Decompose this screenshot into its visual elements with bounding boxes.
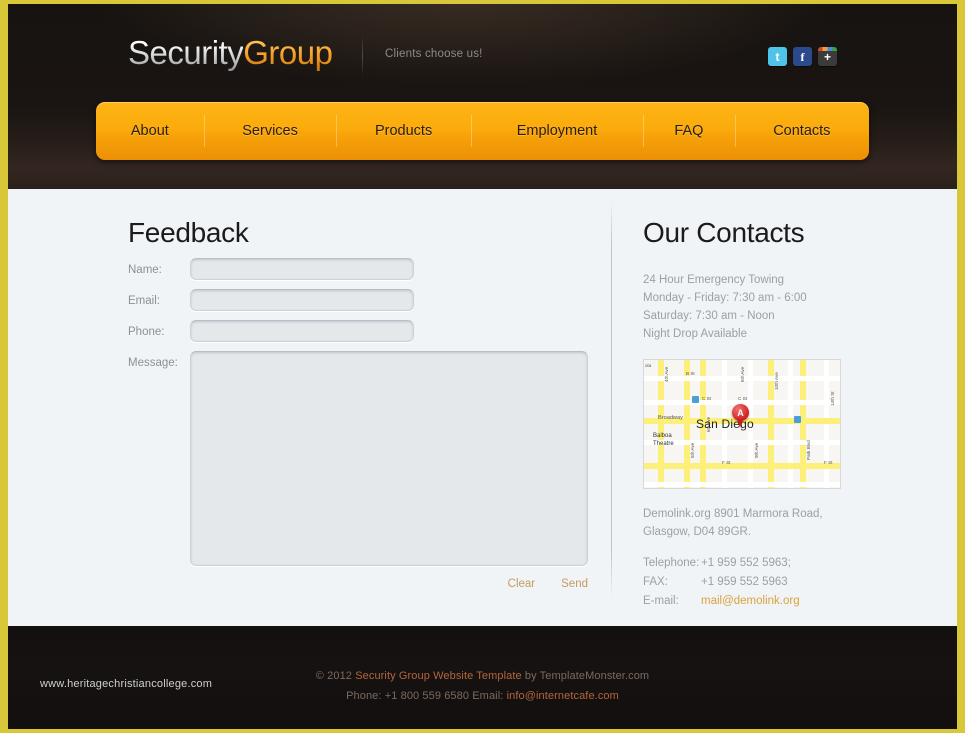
- map-label-f-st-right: F St: [824, 460, 833, 465]
- contact-details: Telephone: +1 959 552 5963; FAX: +1 959 …: [643, 554, 873, 611]
- twitter-glyph: t: [775, 49, 780, 64]
- address-line-1: Demolink.org 8901 Marmora Road,: [643, 508, 823, 520]
- map-poi-marker-2: [794, 416, 801, 423]
- hours-line-3: Saturday: 7:30 am - Noon: [643, 310, 775, 322]
- footer-email-link[interactable]: info@internetcafe.com: [507, 690, 619, 702]
- form-actions: Clear Send: [128, 578, 588, 590]
- copyright-suffix: by TemplateMonster.com: [521, 670, 650, 682]
- telephone-row: Telephone: +1 959 552 5963;: [643, 554, 873, 573]
- nav-item-faq[interactable]: FAQ: [643, 105, 734, 157]
- map-label-theatre: Theatre: [653, 441, 674, 447]
- message-textarea[interactable]: [190, 351, 588, 566]
- map-label-f-st-left: F St: [722, 460, 731, 465]
- telephone-value: +1 959 552 5963;: [701, 557, 791, 569]
- map-label-b-st: B St: [686, 371, 695, 376]
- map-label-corner: ola: [645, 363, 652, 368]
- hours-line-1: 24 Hour Emergency Towing: [643, 274, 785, 286]
- facebook-icon[interactable]: f: [793, 47, 812, 66]
- contacts-title: Our Contacts: [643, 217, 805, 248]
- fax-value: +1 959 552 5963: [701, 576, 788, 588]
- google-plus-glyph: +: [823, 49, 831, 64]
- map-location-marker[interactable]: A: [732, 404, 749, 428]
- map-label-8th-ave: 6th Ave: [740, 366, 745, 382]
- main-navigation: About Services Products Employment FAQ C…: [96, 102, 869, 160]
- footer-email-label: Email:: [469, 690, 507, 702]
- site-header: SecurityGroup Clients choose us! t f + A…: [8, 4, 957, 189]
- fax-label: FAX:: [643, 576, 668, 588]
- telephone-label: Telephone:: [643, 557, 700, 569]
- map-label-5th-ave: 5th Ave: [690, 442, 695, 458]
- fax-row: FAX: +1 959 552 5963: [643, 573, 873, 592]
- logo-primary-text: Security: [128, 34, 244, 71]
- map-label-10th-ave: 10th Ave: [774, 372, 779, 390]
- location-map[interactable]: ola 4th Ave 5th Ave 6th Ave 9th Ave 10th…: [643, 359, 841, 489]
- map-label-balboa: Balboa: [653, 433, 672, 439]
- copyright-prefix: © 2012: [315, 670, 356, 682]
- feedback-title: Feedback: [128, 217, 249, 248]
- phone-input[interactable]: [190, 320, 414, 342]
- map-label-park-blvd: Park Blvd: [806, 440, 811, 460]
- footer-phone-value: +1 800 559 6580: [384, 690, 470, 702]
- email-label: E-mail:: [643, 595, 679, 607]
- contacts-section: Our Contacts 24 Hour Emergency Towing Mo…: [643, 217, 873, 611]
- logo-accent-text: Group: [243, 34, 333, 71]
- address-line-2: Glasgow, D04 89GR.: [643, 526, 752, 538]
- nav-item-employment[interactable]: Employment: [470, 105, 643, 157]
- nav-item-about[interactable]: About: [96, 105, 204, 157]
- footer-content: © 2012 Security Group Website Template b…: [8, 626, 957, 706]
- map-label-c-st-left: C St: [702, 396, 711, 401]
- site-tagline: Clients choose us!: [385, 48, 483, 60]
- business-hours: 24 Hour Emergency Towing Monday - Friday…: [643, 271, 873, 343]
- logo-divider: [362, 35, 363, 77]
- main-content: Feedback Name: Email: Phone: Message: Cl…: [8, 189, 957, 626]
- nav-item-contacts[interactable]: Contacts: [734, 105, 869, 157]
- email-link[interactable]: mail@demolink.org: [701, 592, 800, 611]
- email-label: Email:: [128, 295, 160, 307]
- name-label: Name:: [128, 264, 162, 276]
- map-road-g-st: [644, 482, 840, 487]
- form-row-email: Email:: [128, 289, 593, 311]
- feedback-section: Feedback Name: Email: Phone: Message: Cl…: [128, 217, 593, 590]
- form-row-phone: Phone:: [128, 320, 593, 342]
- site-footer: www.heritagechristiancollege.com © 2012 …: [8, 626, 957, 729]
- hours-line-4: Night Drop Available: [643, 328, 747, 340]
- clear-button[interactable]: Clear: [508, 578, 535, 590]
- page-frame: SecurityGroup Clients choose us! t f + A…: [8, 4, 957, 729]
- map-marker-letter: A: [737, 407, 744, 418]
- form-row-message: Message:: [128, 351, 593, 566]
- footer-phone-label: Phone:: [346, 690, 385, 702]
- nav-item-products[interactable]: Products: [336, 105, 470, 157]
- map-label-4th-ave: 4th Ave: [664, 366, 669, 382]
- google-plus-stripe: [818, 47, 837, 51]
- map-label-14th-st: 14th St: [830, 391, 835, 406]
- template-link[interactable]: Security Group Website Template: [355, 670, 522, 682]
- nav-item-services[interactable]: Services: [203, 105, 337, 157]
- message-label: Message:: [128, 357, 178, 369]
- map-poi-marker-1: [692, 396, 699, 403]
- name-input[interactable]: [190, 258, 414, 280]
- email-row: E-mail: mail@demolink.org: [643, 592, 873, 611]
- google-plus-icon[interactable]: +: [818, 47, 837, 66]
- watermark-text: www.heritagechristiancollege.com: [40, 678, 213, 690]
- map-label-broadway: Broadway: [658, 415, 683, 421]
- map-road-f-st: [644, 463, 840, 469]
- map-label-9th-ave: 9th Ave: [754, 442, 759, 458]
- site-logo[interactable]: SecurityGroup: [128, 34, 333, 72]
- twitter-icon[interactable]: t: [768, 47, 787, 66]
- send-button[interactable]: Send: [561, 578, 588, 590]
- social-links: t f +: [768, 47, 837, 66]
- form-row-name: Name:: [128, 258, 593, 280]
- column-divider: [611, 199, 612, 599]
- phone-label: Phone:: [128, 326, 165, 338]
- map-label-c-st-right: C St: [738, 396, 747, 401]
- email-input[interactable]: [190, 289, 414, 311]
- hours-line-2: Monday - Friday: 7:30 am - 6:00: [643, 292, 807, 304]
- postal-address: Demolink.org 8901 Marmora Road, Glasgow,…: [643, 505, 873, 541]
- facebook-glyph: f: [800, 49, 805, 64]
